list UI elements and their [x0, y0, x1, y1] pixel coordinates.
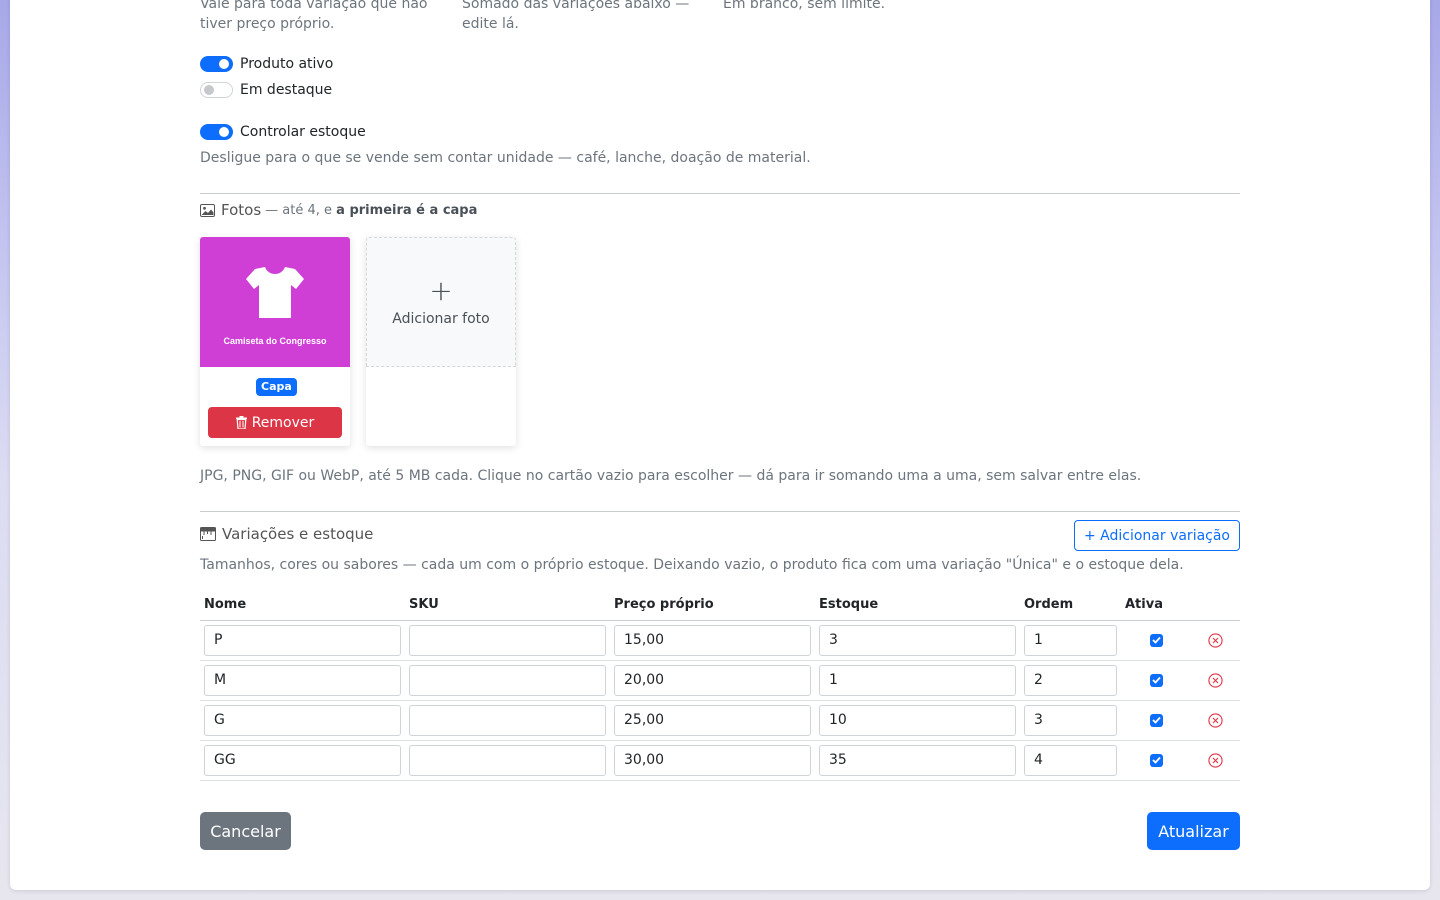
tshirt-icon [246, 267, 304, 318]
featured-switch[interactable] [200, 82, 233, 98]
photos-hint: JPG, PNG, GIF ou WebP, até 5 MB cada. Cl… [200, 468, 1142, 484]
toggle-featured-row[interactable]: Em destaque [200, 80, 332, 100]
active-checkbox[interactable] [1149, 673, 1163, 687]
sku-input[interactable] [409, 624, 606, 656]
active-checkbox[interactable] [1149, 753, 1163, 767]
estoque-input[interactable] [819, 744, 1016, 776]
active-checkbox[interactable] [1149, 713, 1163, 727]
toggle-active-row[interactable]: Produto ativo [200, 54, 333, 74]
x-circle-icon [1208, 672, 1223, 688]
remove-variation-button[interactable] [1195, 632, 1236, 648]
photos-title: Fotos — até 4, e a primeira é a capa [200, 201, 477, 219]
toggle-stock-row[interactable]: Controlar estoque [200, 122, 366, 142]
table-row [200, 660, 1240, 701]
update-button[interactable]: Atualizar [1147, 812, 1240, 850]
stock-hint: Desligue para o que se vende sem contar … [200, 150, 811, 166]
x-circle-icon [1208, 632, 1223, 648]
add-photo-label: Adicionar foto [392, 311, 490, 327]
preco-input[interactable] [614, 704, 811, 736]
col-ordem: Ordem [1020, 590, 1121, 621]
active-checkbox[interactable] [1149, 633, 1163, 647]
col-nome: Nome [200, 590, 405, 621]
add-variation-button[interactable]: + Adicionar variação [1073, 520, 1240, 551]
add-photo-dropzone[interactable]: + Adicionar foto [366, 237, 516, 367]
image-icon [200, 203, 215, 217]
preco-input[interactable] [614, 744, 811, 776]
nome-input[interactable] [204, 624, 401, 656]
nome-input[interactable] [204, 704, 401, 736]
sku-input[interactable] [409, 744, 606, 776]
plus-icon: + [429, 274, 453, 307]
estoque-input[interactable] [819, 664, 1016, 696]
sku-input[interactable] [409, 704, 606, 736]
active-switch[interactable] [200, 56, 233, 72]
limit-hint: Em branco, sem limite. [723, 0, 886, 12]
pricing-hints: Vale para toda variação que não tiver pr… [200, 0, 900, 38]
nome-input[interactable] [204, 664, 401, 696]
preco-input[interactable] [614, 664, 811, 696]
stock-label: Controlar estoque [240, 124, 366, 140]
photo-caption: Camiseta do Congresso [223, 336, 327, 346]
photos-title-text: Fotos [221, 201, 262, 219]
table-row [200, 620, 1240, 661]
col-ativa: Ativa [1121, 590, 1191, 621]
col-actions [1191, 590, 1240, 621]
sku-input[interactable] [409, 664, 606, 696]
table-header: Nome SKU Preço próprio Estoque Ordem Ati… [200, 590, 1240, 621]
photo-card: Camiseta do Congresso Capa Remover [200, 237, 350, 446]
preco-input[interactable] [614, 624, 811, 656]
add-photo-card[interactable]: + Adicionar foto [366, 237, 516, 446]
variations-hint: Tamanhos, cores ou sabores — cada um com… [200, 557, 1184, 573]
estoque-input[interactable] [819, 704, 1016, 736]
check-icon [1151, 756, 1161, 764]
nome-input[interactable] [204, 744, 401, 776]
divider [200, 193, 1240, 194]
check-icon [1151, 636, 1161, 644]
estoque-input[interactable] [819, 624, 1016, 656]
divider [200, 511, 1240, 512]
remove-variation-button[interactable] [1195, 712, 1236, 728]
x-circle-icon [1208, 752, 1223, 768]
cover-badge: Capa [256, 378, 297, 396]
active-label: Produto ativo [240, 56, 334, 72]
trash-icon [235, 416, 247, 429]
featured-label: Em destaque [240, 82, 333, 98]
ordem-input[interactable] [1024, 744, 1117, 776]
ordem-input[interactable] [1024, 664, 1117, 696]
table-row [200, 700, 1240, 741]
x-circle-icon [1208, 712, 1223, 728]
photo-thumbnail[interactable]: Camiseta do Congresso [200, 237, 350, 367]
check-icon [1151, 676, 1161, 684]
check-icon [1151, 716, 1161, 724]
stock-switch[interactable] [200, 124, 233, 140]
variations-table: Nome SKU Preço próprio Estoque Ordem Ati… [200, 590, 1240, 781]
remove-variation-button[interactable] [1195, 672, 1236, 688]
remove-photo-button[interactable]: Remover [208, 407, 342, 438]
table-row [200, 740, 1240, 781]
base-price-hint: Vale para toda variação que não tiver pr… [200, 0, 428, 32]
remove-variation-button[interactable] [1195, 752, 1236, 768]
stock-total-hint: Somado das variações abaixo — edite lá. [462, 0, 690, 32]
cancel-button[interactable]: Cancelar [200, 812, 291, 850]
col-preco: Preço próprio [610, 590, 815, 621]
col-estoque: Estoque [815, 590, 1020, 621]
col-sku: SKU [405, 590, 610, 621]
ordem-input[interactable] [1024, 704, 1117, 736]
ordem-input[interactable] [1024, 624, 1117, 656]
photos-subtitle: — até 4, e a primeira é a capa [265, 202, 478, 218]
